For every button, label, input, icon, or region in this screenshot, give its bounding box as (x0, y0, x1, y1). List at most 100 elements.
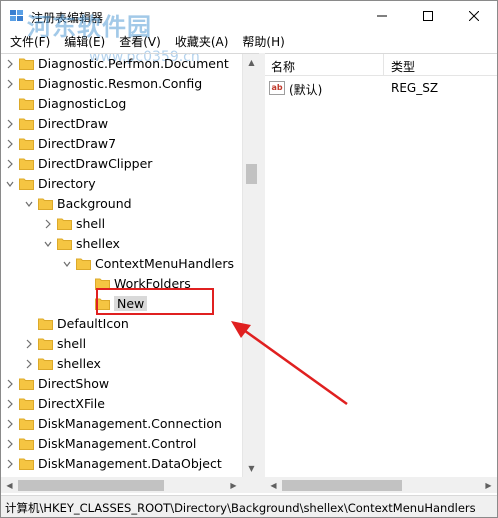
tree-node[interactable]: Diagnostic.Perfmon.Document (1, 54, 241, 74)
value-name: (默认) (289, 83, 323, 97)
tree-horizontal-scrollbar[interactable]: ◀ ▶ (1, 477, 242, 493)
folder-icon (19, 58, 34, 70)
scroll-left-arrow-icon[interactable]: ◀ (1, 477, 18, 493)
folder-icon (19, 118, 34, 130)
chevron-right-icon[interactable] (5, 379, 15, 389)
tree-node[interactable]: shell (1, 334, 241, 354)
chevron-right-icon[interactable] (43, 219, 53, 229)
chevron-right-icon[interactable] (5, 139, 15, 149)
tree-node[interactable]: DiskManagement.Control (1, 434, 241, 454)
registry-tree[interactable]: Diagnostic.Perfmon.Document Diagnostic.Re… (1, 53, 259, 493)
chevron-right-icon[interactable] (24, 359, 34, 369)
tree-node-label: shell (76, 216, 106, 231)
title-bar[interactable]: 注册表编辑器 河东软件园 (1, 1, 497, 41)
folder-icon (19, 378, 34, 390)
scroll-right-arrow-icon[interactable]: ▶ (225, 477, 242, 493)
chevron-right-icon[interactable] (5, 419, 15, 429)
chevron-right-icon[interactable] (5, 159, 15, 169)
tree-node-label: Diagnostic.Perfmon.Document (38, 56, 229, 71)
minimize-button[interactable] (359, 1, 405, 31)
close-button[interactable] (451, 1, 497, 31)
folder-icon (19, 398, 34, 410)
menu-favorites[interactable]: 收藏夹(A) (168, 33, 236, 50)
tree-node[interactable]: DirectDraw7 (1, 134, 241, 154)
list-hscroll-thumb[interactable] (282, 480, 402, 491)
chevron-right-icon[interactable] (24, 339, 34, 349)
status-path: 计算机\HKEY_CLASSES_ROOT\Directory\Backgrou… (5, 501, 476, 515)
folder-icon (57, 218, 72, 230)
chevron-right-icon[interactable] (5, 79, 15, 89)
tree-hscroll-thumb[interactable] (18, 480, 164, 491)
tree-node[interactable]: DefaultIcon (1, 314, 241, 334)
tree-node[interactable]: Diagnostic.Resmon.Config (1, 74, 241, 94)
tree-node[interactable]: shellex (1, 354, 241, 374)
tree-node-label: ContextMenuHandlers (95, 256, 235, 271)
folder-icon (19, 178, 34, 190)
tree-node-label: shellex (57, 356, 101, 371)
folder-icon (38, 198, 53, 210)
tree-node[interactable]: DiskManagement.DataObject (1, 454, 241, 474)
column-header-type[interactable]: 类型 (391, 58, 415, 75)
chevron-down-icon[interactable] (43, 239, 53, 249)
tree-node[interactable]: ContextMenuHandlers (1, 254, 241, 274)
tree-node[interactable]: DirectXFile (1, 394, 241, 414)
tree-node[interactable]: Directory (1, 174, 241, 194)
scroll-left-arrow-icon[interactable]: ◀ (265, 477, 282, 493)
registry-app-icon (10, 10, 23, 21)
close-icon (469, 11, 479, 21)
annotation-highlight-box (96, 288, 214, 315)
tree-node[interactable]: shell (1, 214, 241, 234)
chevron-down-icon[interactable] (62, 259, 72, 269)
tree-node-label: DiagnosticLog (38, 96, 127, 111)
tree-node-label: DirectDraw (38, 116, 109, 131)
tree-node[interactable]: shellex (1, 234, 241, 254)
menu-bar: 文件(F) 编辑(E) 查看(V) 收藏夹(A) 帮助(H) (1, 31, 497, 51)
tree-vertical-scrollbar[interactable]: ▲ ▼ (242, 54, 259, 477)
column-separator[interactable] (383, 54, 384, 76)
scroll-right-arrow-icon[interactable]: ▶ (480, 477, 497, 493)
tree-node-label: shell (57, 336, 87, 351)
tree-node-label: DiskManagement.DataObject (38, 456, 222, 471)
tree-node-label: DiskManagement.Connection (38, 416, 222, 431)
folder-icon (76, 258, 91, 270)
chevron-right-icon[interactable] (5, 59, 15, 69)
tree-node[interactable]: DirectShow (1, 374, 241, 394)
tree-node-label: Diagnostic.Resmon.Config (38, 76, 203, 91)
values-list[interactable]: 名称 类型 ab (默认) REG_SZ ◀ ▶ (265, 53, 497, 493)
tree-node[interactable]: Background (1, 194, 241, 214)
folder-icon (38, 318, 53, 330)
chevron-right-icon[interactable] (5, 399, 15, 409)
folder-icon (19, 98, 34, 110)
tree-scroll-thumb[interactable] (246, 164, 257, 184)
chevron-right-icon[interactable] (5, 119, 15, 129)
tree-node-label: Background (57, 196, 132, 211)
registry-editor-window: 注册表编辑器 河东软件园 文件(F) 编辑(E) 查看(V) 收藏夹(A) 帮助… (0, 0, 498, 518)
tree-node[interactable]: DiskManagement.Connection (1, 414, 241, 434)
tree-node[interactable]: DirectDrawClipper (1, 154, 241, 174)
scroll-up-arrow-icon[interactable]: ▲ (243, 54, 259, 71)
tree-node[interactable]: DirectDraw (1, 114, 241, 134)
menu-file[interactable]: 文件(F) (3, 33, 57, 50)
folder-icon (57, 238, 72, 250)
scroll-down-arrow-icon[interactable]: ▼ (243, 460, 259, 477)
list-item[interactable]: ab (默认) REG_SZ (265, 78, 497, 98)
maximize-button[interactable] (405, 1, 451, 31)
menu-view[interactable]: 查看(V) (112, 33, 168, 50)
folder-icon (38, 358, 53, 370)
tree-node-label: DirectDrawClipper (38, 156, 153, 171)
menu-edit[interactable]: 编辑(E) (57, 33, 112, 50)
folder-icon (38, 338, 53, 350)
chevron-down-icon[interactable] (24, 199, 34, 209)
list-horizontal-scrollbar[interactable]: ◀ ▶ (265, 477, 497, 493)
chevron-right-icon[interactable] (5, 439, 15, 449)
tree-node-label: DirectXFile (38, 396, 105, 411)
tree-node-label: DefaultIcon (57, 316, 129, 331)
column-header-name[interactable]: 名称 (271, 58, 295, 75)
folder-icon (19, 78, 34, 90)
folder-icon (19, 158, 34, 170)
tree-node[interactable]: DiagnosticLog (1, 94, 241, 114)
string-value-icon: ab (269, 81, 285, 95)
chevron-down-icon[interactable] (5, 179, 15, 189)
chevron-right-icon[interactable] (5, 459, 15, 469)
menu-help[interactable]: 帮助(H) (235, 33, 291, 50)
